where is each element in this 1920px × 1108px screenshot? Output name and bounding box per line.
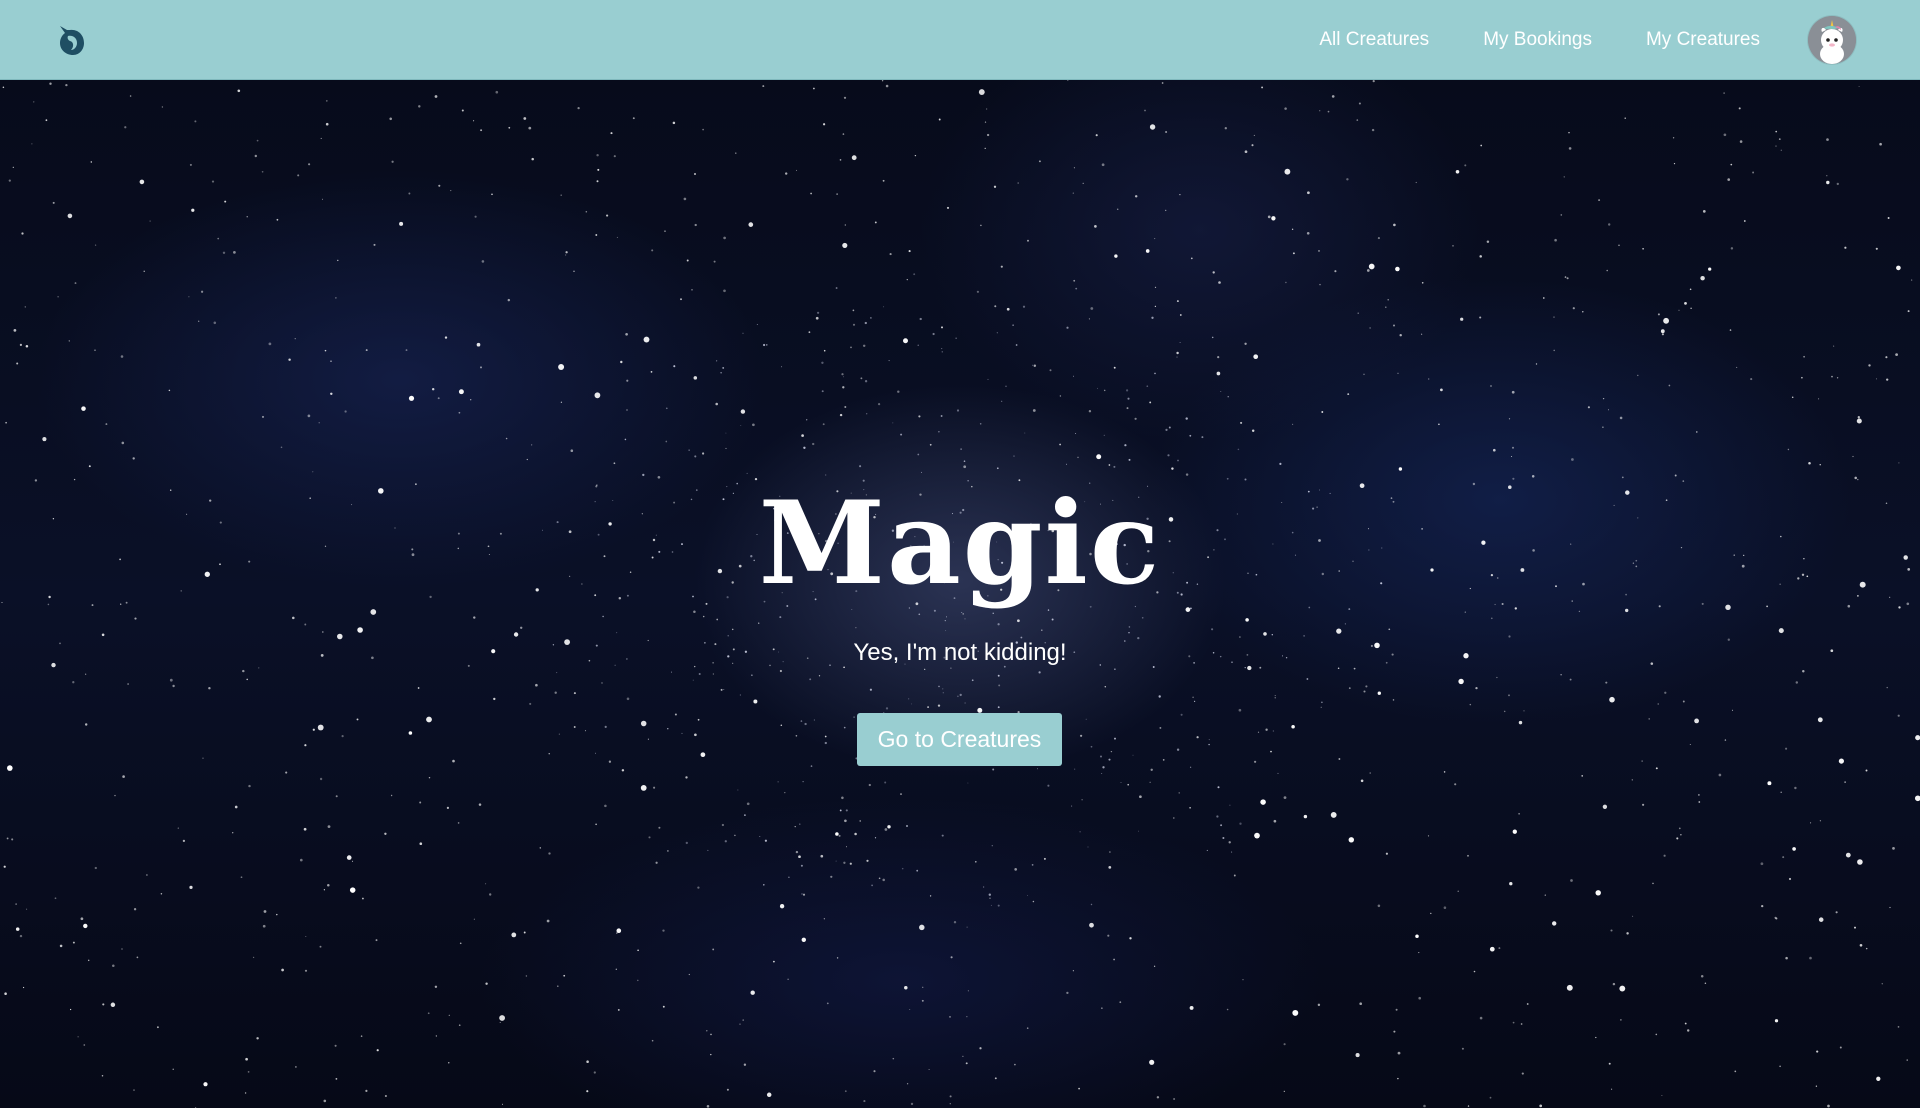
unicorn-avatar-icon [1808, 16, 1856, 64]
hero-section: Magic Yes, I'm not kidding! Go to Creatu… [0, 80, 1920, 1108]
nav-link-my-bookings[interactable]: My Bookings [1483, 29, 1592, 51]
user-avatar[interactable] [1808, 16, 1856, 64]
hero-title: Magic [758, 476, 1162, 610]
hero-subtitle: Yes, I'm not kidding! [853, 639, 1067, 666]
unicorn-logo-icon[interactable] [56, 24, 86, 56]
hero-content: Magic Yes, I'm not kidding! Go to Creatu… [0, 80, 1920, 1108]
nav-links: All Creatures My Bookings My Creatures [1265, 0, 1760, 80]
nav-link-all-creatures[interactable]: All Creatures [1319, 29, 1429, 51]
top-navbar: All Creatures My Bookings My Creatures [0, 0, 1920, 80]
go-to-creatures-button[interactable]: Go to Creatures [857, 713, 1062, 766]
nav-link-my-creatures[interactable]: My Creatures [1646, 29, 1760, 51]
